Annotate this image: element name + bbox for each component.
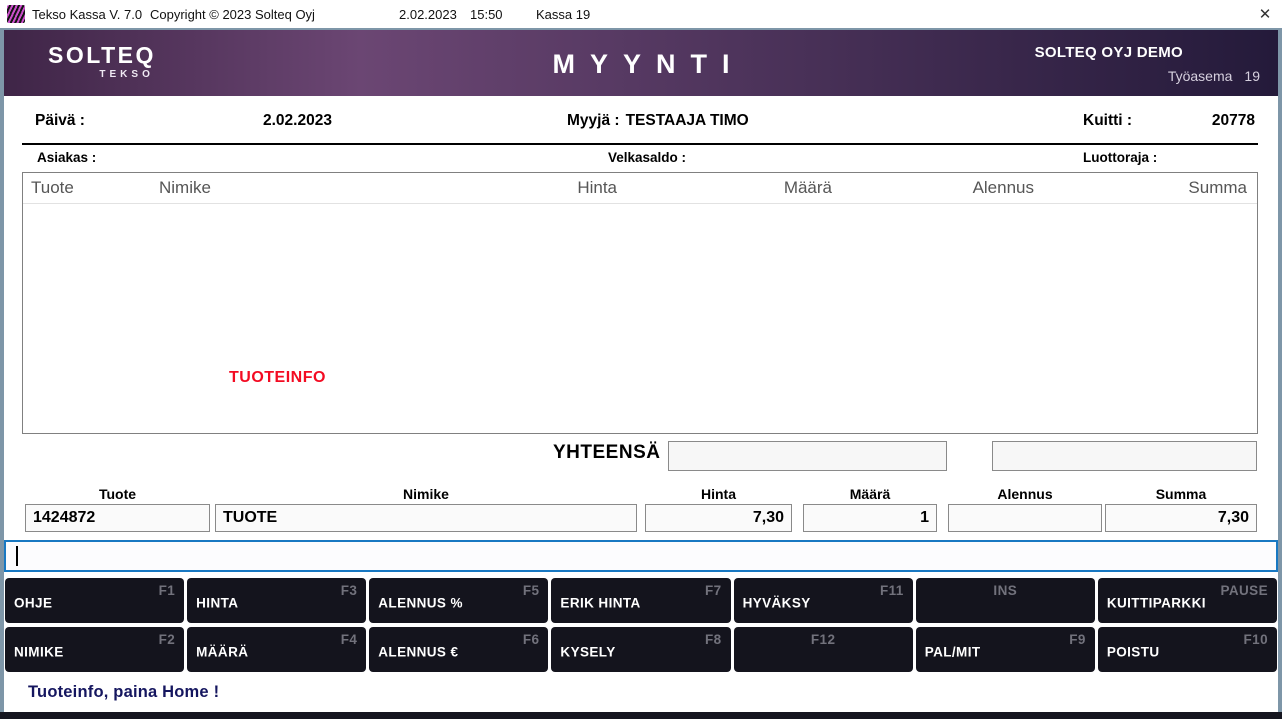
- key-f12[interactable]: F12: [734, 627, 913, 672]
- price-field[interactable]: 7,30: [645, 504, 792, 532]
- key-hyvaksy[interactable]: HYVÄKSY F11: [734, 578, 913, 623]
- entry-label-nimike: Nimike: [215, 486, 637, 502]
- sum-field[interactable]: 7,30: [1105, 504, 1257, 532]
- key-ins[interactable]: INS: [916, 578, 1095, 623]
- key-alennus-euro[interactable]: ALENNUS € F6: [369, 627, 548, 672]
- function-keypad: OHJE F1 HINTA F3 ALENNUS % F5 ERIK HINTA…: [5, 578, 1277, 672]
- column-header-nimike: Nimike: [159, 178, 211, 198]
- entry-label-alennus: Alennus: [948, 486, 1102, 502]
- key-kysely[interactable]: KYSELY F8: [551, 627, 730, 672]
- key-maara[interactable]: MÄÄRÄ F4: [187, 627, 366, 672]
- product-code-field[interactable]: 1424872: [25, 504, 210, 532]
- entry-label-hinta: Hinta: [645, 486, 792, 502]
- status-message: Tuoteinfo, paina Home !: [28, 683, 219, 702]
- frame-border-left: [0, 28, 4, 719]
- key-poistu[interactable]: POISTU F10: [1098, 627, 1277, 672]
- copyright-text: Copyright © 2023 Solteq Oyj: [150, 7, 315, 22]
- seller-label: Myyjä :: [567, 112, 620, 129]
- bottom-strip: [0, 712, 1282, 719]
- app-header: SOLTEQ TEKSO MYYNTI SOLTEQ OYJ DEMO Työa…: [4, 30, 1278, 96]
- debt-balance-label: Velkasaldo :: [608, 150, 686, 165]
- column-header-maara: Määrä: [784, 178, 832, 198]
- key-erik-hinta[interactable]: ERIK HINTA F7: [551, 578, 730, 623]
- titlebar-date: 2.02.2023: [399, 7, 457, 22]
- close-icon[interactable]: ✕: [1254, 3, 1276, 25]
- frame-border-right: [1278, 28, 1282, 719]
- titlebar-time: 15:50: [470, 7, 503, 22]
- workstation-info: Työasema 19: [1168, 68, 1260, 84]
- product-name-field[interactable]: TUOTE: [215, 504, 637, 532]
- app-icon: [7, 5, 25, 23]
- workstation-label: Työasema: [1168, 68, 1233, 84]
- key-ohje[interactable]: OHJE F1: [5, 578, 184, 623]
- key-pal-mit[interactable]: PAL/MIT F9: [916, 627, 1095, 672]
- divider-line: [22, 143, 1258, 145]
- app-window: Tekso Kassa V. 7.0 Copyright © 2023 Solt…: [0, 0, 1282, 719]
- column-header-hinta: Hinta: [577, 178, 617, 198]
- total-label: YHTEENSÄ: [553, 442, 660, 464]
- sales-table: Tuote Nimike Hinta Määrä Alennus Summa T…: [22, 172, 1258, 434]
- entry-label-tuote: Tuote: [25, 486, 210, 502]
- column-header-alennus: Alennus: [973, 178, 1034, 198]
- key-alennus-prosentti[interactable]: ALENNUS % F5: [369, 578, 548, 623]
- key-kuittiparkki[interactable]: KUITTIPARKKI PAUSE: [1098, 578, 1277, 623]
- key-hinta[interactable]: HINTA F3: [187, 578, 366, 623]
- text-caret: [16, 546, 18, 566]
- company-name: SOLTEQ OYJ DEMO: [1035, 44, 1183, 61]
- title-bar: Tekso Kassa V. 7.0 Copyright © 2023 Solt…: [0, 0, 1282, 28]
- receipt-number: 20778: [1212, 112, 1255, 130]
- product-info-notice: TUOTEINFO: [229, 369, 326, 387]
- key-nimike[interactable]: NIMIKE F2: [5, 627, 184, 672]
- sales-rows: [23, 204, 1257, 433]
- column-header-summa: Summa: [1188, 178, 1247, 198]
- workstation-number: 19: [1244, 68, 1260, 84]
- entry-label-maara: Määrä: [803, 486, 937, 502]
- entry-label-summa: Summa: [1105, 486, 1257, 502]
- seller-value: TESTAAJA TIMO: [626, 112, 749, 129]
- date-label: Päivä :: [35, 112, 85, 130]
- titlebar-register: Kassa 19: [536, 7, 590, 22]
- app-title: Tekso Kassa V. 7.0: [32, 7, 142, 22]
- discount-field[interactable]: [948, 504, 1102, 532]
- customer-label: Asiakas :: [37, 150, 96, 165]
- receipt-label: Kuitti :: [1083, 112, 1132, 130]
- seller-group: Myyjä : TESTAAJA TIMO: [567, 112, 749, 130]
- credit-limit-label: Luottoraja :: [1083, 150, 1157, 165]
- column-header-tuote: Tuote: [31, 178, 74, 198]
- total-secondary-field: [992, 441, 1257, 471]
- total-amount-field: [668, 441, 947, 471]
- quantity-field[interactable]: 1: [803, 504, 937, 532]
- command-input[interactable]: [4, 540, 1278, 572]
- date-value: 2.02.2023: [263, 112, 332, 130]
